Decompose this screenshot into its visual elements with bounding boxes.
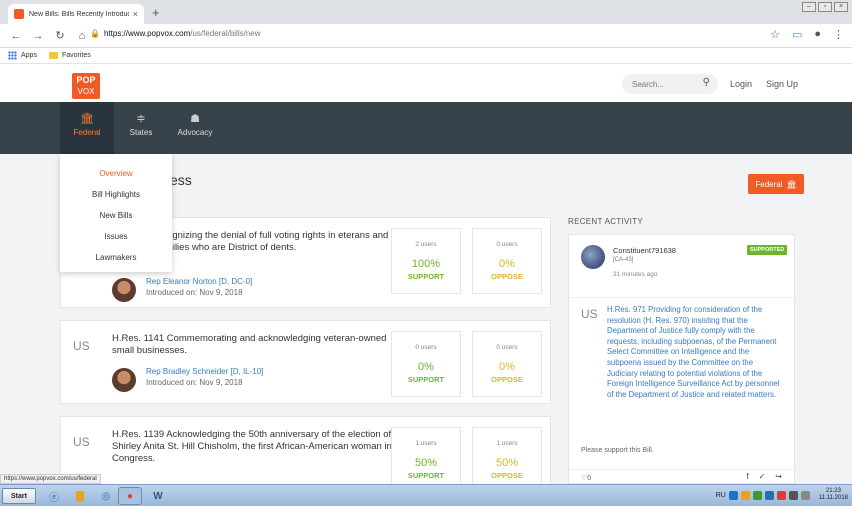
oppose-box[interactable]: 0 users 0% OPPOSE — [472, 228, 542, 294]
word-icon[interactable]: W — [146, 487, 170, 505]
bill-card[interactable]: US H.Res. 1141 Commemorating and acknowl… — [60, 320, 551, 404]
bookmark-apps[interactable]: Apps — [8, 51, 37, 60]
bill-title[interactable]: H.Res. 1141 Commemorating and acknowledg… — [112, 333, 392, 357]
account-icon[interactable]: ● — [814, 28, 821, 41]
new-tab-button[interactable]: + — [152, 5, 160, 20]
status-url: https://www.popvox.com/us/federal — [0, 474, 101, 484]
nav-federal[interactable]: 🏛 Federal — [60, 102, 114, 154]
introduced-date: Introduced on: Nov 9, 2018 — [146, 288, 243, 297]
lock-icon: 🔒 — [90, 29, 100, 38]
sponsor-avatar — [112, 278, 136, 302]
activity-footer: ♡0 f ✓ ↪ — [569, 469, 796, 485]
tray-icon[interactable] — [764, 490, 774, 500]
divider — [569, 297, 796, 298]
dropdown-overview[interactable]: Overview — [60, 169, 172, 178]
activity-message: Please support this Bill. — [581, 447, 654, 454]
nav-states[interactable]: ≑ States — [114, 102, 168, 154]
user-district: [CA-43] — [613, 257, 634, 263]
address-bar-row: ← → ↻ ⌂ 🔒 https://www.popvox.com/us/fede… — [0, 24, 852, 48]
browser-tab-bar: New Bills: Bills Recently Introduced × +… — [0, 0, 852, 24]
dropdown-lawmakers[interactable]: Lawmakers — [60, 253, 172, 262]
share-icon[interactable]: ↪ — [775, 472, 782, 481]
extension-icon[interactable]: ▭ — [792, 28, 802, 41]
recent-activity-panel: Constituent791638 [CA-43] 31 minutes ago… — [568, 234, 796, 485]
star-bookmark-icon[interactable]: ☆ — [770, 28, 780, 41]
bill-card[interactable]: US H.Res. 1139 Acknowledging the 50th an… — [60, 416, 551, 493]
oppose-box[interactable]: 0 users 0% OPPOSE — [472, 331, 542, 397]
windows-taskbar: Start ⓔ ▇ ◎ ● W RU 21:23 11.11.2018 — [0, 484, 852, 506]
bookmark-favorites[interactable]: Favorites — [48, 52, 91, 59]
maximize-button[interactable]: ▫ — [818, 2, 832, 12]
reload-icon[interactable]: ↻ — [54, 29, 66, 42]
system-tray: RU 21:23 11.11.2018 — [716, 488, 848, 502]
forward-arrow-icon[interactable]: → — [32, 30, 44, 42]
tray-icon[interactable] — [728, 490, 738, 500]
share-icons: f ✓ ↪ — [746, 472, 782, 481]
user-name[interactable]: Constituent791638 — [613, 246, 676, 255]
bank-icon: 🏛 — [80, 113, 94, 125]
popvox-logo[interactable]: POP VOX — [72, 73, 100, 99]
dropdown-bill-highlights[interactable]: Bill Highlights — [60, 190, 172, 199]
chrome-icon[interactable]: ● — [118, 487, 142, 505]
close-window-button[interactable]: × — [834, 2, 848, 12]
main-nav: 🏛 Federal ≑ States ☗ Advocacy — [0, 102, 852, 154]
tray-icon[interactable] — [788, 490, 798, 500]
sponsor-avatar — [112, 368, 136, 392]
support-box[interactable]: 2 users 100% SUPPORT — [391, 228, 461, 294]
media-player-icon[interactable]: ◎ — [94, 487, 118, 505]
support-box[interactable]: 0 users 0% SUPPORT — [391, 331, 461, 397]
menu-kebab-icon[interactable]: ⋮ — [833, 28, 844, 41]
activity-bill-link[interactable]: H.Res. 971 Providing for consideration o… — [607, 305, 785, 400]
ie-icon[interactable]: ⓔ — [42, 487, 66, 505]
language-indicator[interactable]: RU — [716, 492, 726, 499]
bank-icon: 🏛 — [786, 179, 797, 189]
bill-title[interactable]: H.Res. 1139 Acknowledging the 50th anniv… — [112, 429, 392, 465]
search-input[interactable]: Search... ⚲ — [622, 74, 718, 94]
signup-link[interactable]: Sign Up — [766, 79, 798, 89]
sponsor-link[interactable]: Rep Eleanor Norton [D, DC-0] — [146, 277, 252, 286]
dropdown-issues[interactable]: Issues — [60, 232, 172, 241]
volume-icon[interactable] — [800, 490, 810, 500]
toolbar-icons: ☆ ▭ ● ⋮ — [770, 28, 844, 41]
home-icon[interactable]: ⌂ — [76, 30, 88, 42]
back-arrow-icon[interactable]: ← — [10, 30, 22, 42]
introduced-date: Introduced on: Nov 9, 2018 — [146, 378, 243, 387]
popvox-favicon-icon — [14, 9, 24, 19]
start-button[interactable]: Start — [2, 488, 36, 504]
user-avatar — [581, 245, 605, 269]
federal-button[interactable]: Federal 🏛 — [748, 174, 804, 194]
tab-close-icon[interactable]: × — [133, 9, 138, 19]
recent-activity-heading: RECENT ACTIVITY — [568, 217, 644, 226]
people-icon: ☗ — [190, 113, 200, 125]
twitter-icon[interactable]: ✓ — [759, 472, 766, 481]
explorer-folder-icon[interactable]: ▇ — [68, 487, 92, 505]
bookmarks-bar: Apps Favorites — [0, 48, 852, 64]
clock[interactable]: 21:23 11.11.2018 — [819, 488, 848, 502]
signpost-icon: ≑ — [136, 113, 146, 125]
federal-dropdown-menu: Overview Bill Highlights New Bills Issue… — [60, 154, 172, 272]
activity-time: 31 minutes ago — [613, 271, 658, 278]
like-button[interactable]: ♡0 — [581, 474, 591, 482]
dropdown-new-bills[interactable]: New Bills — [60, 211, 172, 220]
nav-advocacy[interactable]: ☗ Advocacy — [168, 102, 222, 154]
sponsor-link[interactable]: Rep Bradley Schneider [D, IL-10] — [146, 367, 263, 376]
url-field[interactable]: 🔒 https://www.popvox.com/us/federal/bill… — [90, 29, 261, 38]
window-controls: – ▫ × — [802, 2, 848, 12]
tray-icon[interactable] — [776, 490, 786, 500]
tab-title: New Bills: Bills Recently Introduced — [29, 10, 129, 18]
apps-grid-icon — [8, 51, 17, 60]
site-header: POP VOX Search... ⚲ Login Sign Up — [0, 64, 852, 102]
minimize-button[interactable]: – — [802, 2, 816, 12]
login-link[interactable]: Login — [730, 79, 752, 89]
search-icon[interactable]: ⚲ — [703, 77, 710, 88]
tray-icon[interactable] — [740, 490, 750, 500]
status-badge: SUPPORTED — [747, 245, 788, 255]
folder-icon — [48, 52, 58, 59]
tray-icon[interactable] — [752, 490, 762, 500]
jurisdiction-label: US — [581, 307, 598, 321]
browser-tab[interactable]: New Bills: Bills Recently Introduced × — [8, 4, 144, 24]
facebook-icon[interactable]: f — [746, 472, 748, 481]
